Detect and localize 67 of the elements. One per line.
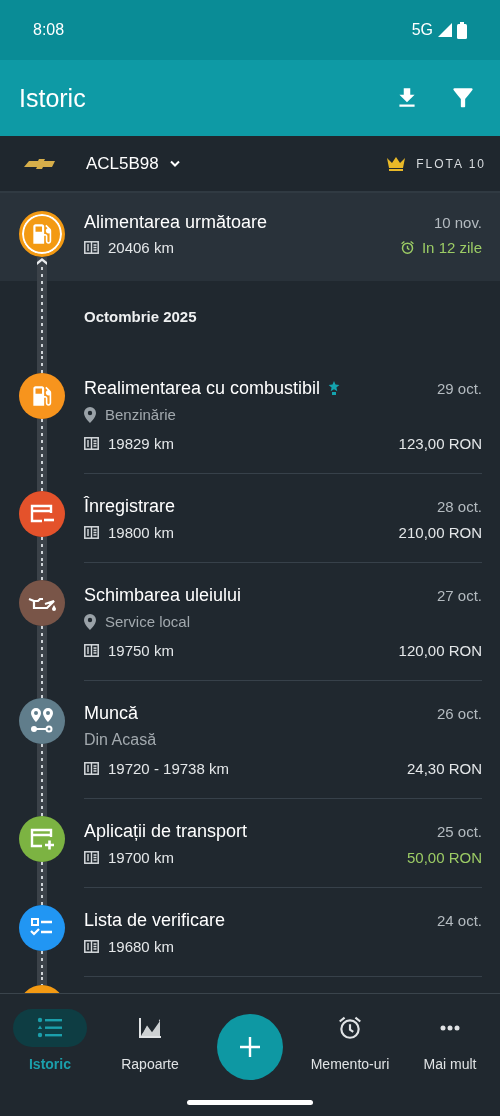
odometer-icon [84,241,99,254]
place-label: Service local [105,613,191,630]
entry-title: Realimentarea cu combustibil [84,377,321,399]
entry-title: Schimbarea uleiului [84,584,242,606]
more-dots-icon [440,1025,460,1031]
odometer-reading: 19750 km [108,642,174,659]
cost-amount: 50,00 RON [406,849,482,866]
entry-title: Muncă [84,702,139,724]
entry-title: Alimentarea următoare [84,212,268,233]
star-icon [328,381,341,395]
card-plus-icon [28,826,56,852]
trip-note: Din Acasă [84,730,157,749]
odometer-icon [84,437,99,450]
signal-icon [437,22,453,38]
entry-date: 27 oct. [436,586,482,604]
entry-title: Înregistrare [84,495,176,517]
due-label: In 12 zile [421,239,482,256]
battery-icon [457,21,467,39]
place-label: Benzinărie [105,406,176,423]
chevron-down-icon [168,159,181,168]
route-pins-icon [29,707,55,735]
nav-tab[interactable]: Istoric [0,1009,100,1072]
entry-title: Aplicații de transport [84,820,248,842]
nav-tab[interactable]: Rapoarte [100,1009,200,1072]
entry-date: 10 nov. [433,214,482,231]
alarm-clock-icon [337,1015,363,1041]
screen-title: Istoric [19,83,87,113]
odometer-icon [84,762,99,775]
month-heading: Octombrie 2025 [84,307,197,327]
odometer-reading: 19680 km [108,938,174,955]
entry-date: 28 oct. [436,497,482,515]
nav-tab[interactable]: Mai mult [400,1009,500,1072]
entry-date: 29 oct. [436,379,482,397]
entry-date: 24 oct. [436,911,482,929]
list-icon [37,1017,63,1039]
tab-label: Memento-uri [310,1056,390,1072]
odometer-reading: 19720 - 19738 km [108,760,229,777]
entry-date: 25 oct. [436,822,482,840]
odometer-reading: 19829 km [108,435,174,452]
cost-amount: 123,00 RON [398,435,482,452]
location-pin-icon [84,613,96,630]
vehicle-selector[interactable]: ACL5B98 [86,153,181,174]
alarm-icon [399,240,415,255]
cost-amount: 210,00 RON [398,524,482,541]
entry-date: 26 oct. [436,704,482,722]
nav-tab[interactable]: Memento-uri [300,1009,400,1072]
line-chart-icon [137,1016,163,1040]
cost-amount: 24,30 RON [406,760,482,777]
plan-label: FLOTA 10 [416,156,486,171]
plus-icon [239,1036,261,1058]
clock-time: 8:08 [33,21,65,39]
entry-title: Lista de verificare [84,909,226,931]
odometer-reading: 19800 km [108,524,174,541]
odometer-icon [84,851,99,864]
odometer-reading: 20406 km [108,239,174,256]
odometer-icon [84,526,99,539]
location-pin-icon [84,406,96,423]
network-type: 5G [411,21,433,39]
tab-label: Istoric [29,1056,71,1072]
odometer-reading: 19700 km [108,849,174,866]
odometer-icon [84,940,99,953]
chevron-up-icon [37,257,47,267]
cost-amount: 120,00 RON [398,642,482,659]
tab-label: Mai mult [423,1056,477,1072]
tab-label: Rapoarte [121,1056,179,1072]
crown-icon [386,156,407,171]
odometer-icon [84,644,99,657]
